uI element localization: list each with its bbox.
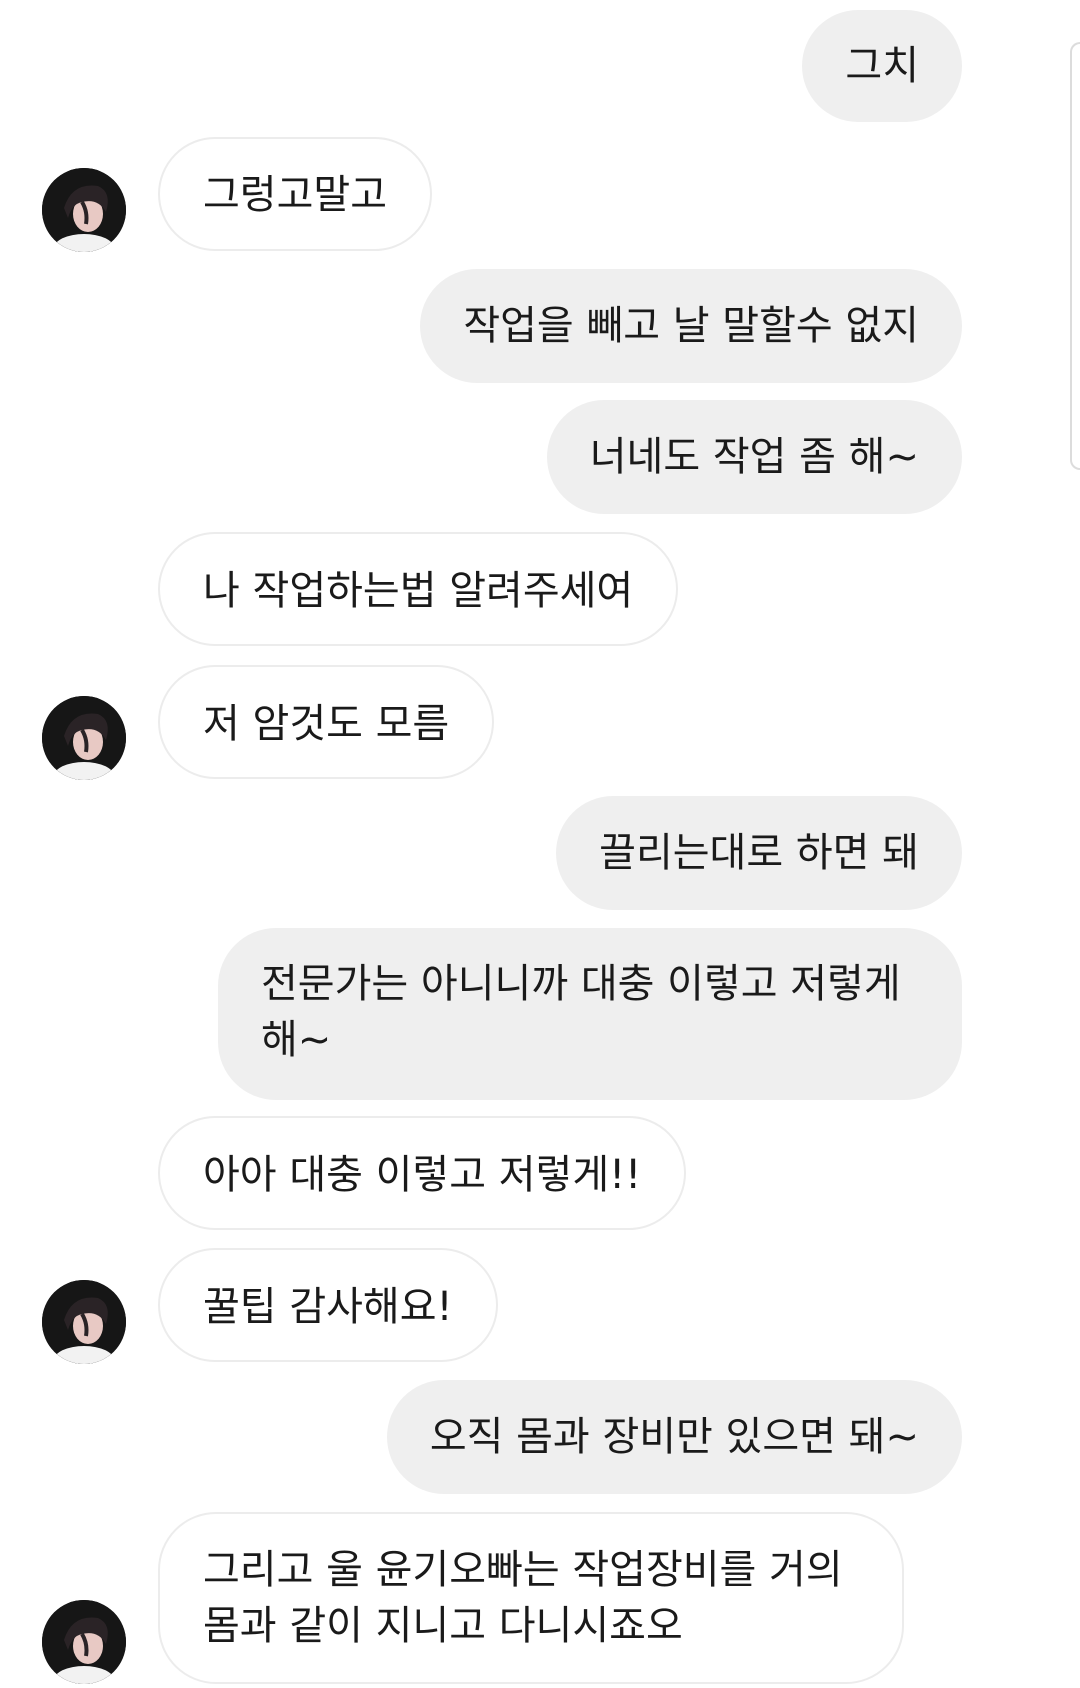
sent-message[interactable]: 너네도 작업 좀 해~ (546, 400, 962, 514)
profile-photo-icon (42, 1280, 126, 1364)
contact-avatar[interactable] (42, 1280, 126, 1364)
received-message[interactable]: 그렁고말고 (158, 137, 432, 251)
profile-photo-icon (42, 168, 126, 252)
profile-photo-icon (42, 696, 126, 780)
contact-avatar[interactable] (42, 696, 126, 780)
sent-message[interactable]: 끌리는대로 하면 돼 (556, 796, 962, 910)
received-message[interactable]: 꿀팁 감사해요! (158, 1248, 498, 1362)
sent-message[interactable]: 전문가는 아니니까 대충 이렇고 저렇게 해~ (218, 928, 962, 1100)
sent-message[interactable]: 그치 (802, 10, 962, 122)
contact-avatar[interactable] (42, 168, 126, 252)
sent-message[interactable]: 작업을 빼고 날 말할수 없지 (420, 269, 962, 383)
scroll-edge (1070, 42, 1080, 470)
received-message[interactable]: 아아 대충 이렇고 저렇게!! (158, 1116, 687, 1230)
chat-thread[interactable]: 그치 그렁고말고 작업을 빼고 날 말할수 없지 너네도 작업 좀 해~ 나 작… (0, 0, 1080, 1688)
received-message[interactable]: 저 암것도 모름 (158, 665, 495, 779)
contact-avatar[interactable] (42, 1600, 126, 1684)
profile-photo-icon (42, 1600, 126, 1684)
received-message[interactable]: 나 작업하는법 알려주세여 (158, 532, 679, 646)
sent-message[interactable]: 오직 몸과 장비만 있으면 돼~ (386, 1380, 962, 1494)
received-message[interactable]: 그리고 울 윤기오빠는 작업장비를 거의 몸과 같이 지니고 다니시죠오 (158, 1512, 904, 1684)
